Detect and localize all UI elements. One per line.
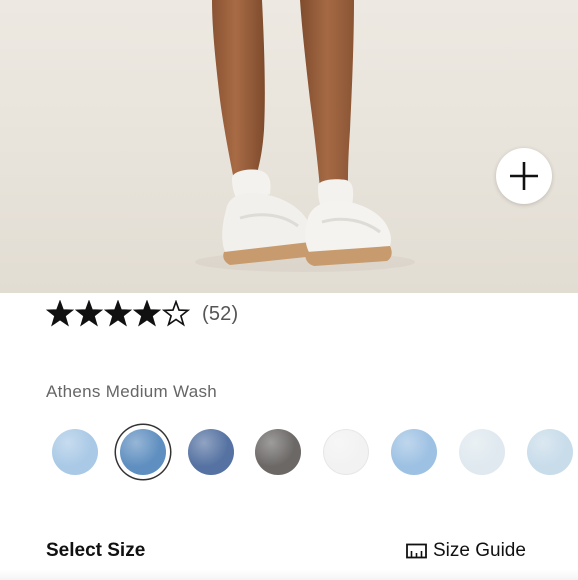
color-swatch[interactable] <box>526 429 573 475</box>
ruler-icon <box>406 543 427 559</box>
size-guide-link[interactable]: Size Guide <box>406 540 526 562</box>
color-swatches <box>0 422 578 482</box>
color-swatch[interactable] <box>52 429 98 475</box>
star-filled-icon <box>75 300 103 327</box>
rating-stars <box>46 300 190 328</box>
color-swatch[interactable] <box>187 429 234 475</box>
color-swatch[interactable] <box>458 429 505 475</box>
star-filled-icon <box>104 300 132 327</box>
star-filled-icon <box>46 300 74 327</box>
review-count[interactable]: (52) <box>202 303 238 326</box>
color-swatch[interactable] <box>119 429 166 475</box>
product-image[interactable] <box>0 0 578 293</box>
star-filled-icon <box>133 300 161 327</box>
product-rating[interactable]: (52) <box>46 299 238 329</box>
star-empty-icon <box>162 300 190 327</box>
plus-icon <box>510 162 538 190</box>
size-guide-label[interactable]: Size Guide <box>433 540 526 562</box>
color-swatch[interactable] <box>391 429 437 475</box>
divider <box>0 570 578 580</box>
product-photo <box>195 0 415 272</box>
color-swatch[interactable] <box>323 429 370 475</box>
zoom-button[interactable] <box>496 148 552 204</box>
select-size-label: Select Size <box>46 540 146 561</box>
selected-color-name: Athens Medium Wash <box>46 382 218 401</box>
color-swatch[interactable] <box>255 429 302 475</box>
